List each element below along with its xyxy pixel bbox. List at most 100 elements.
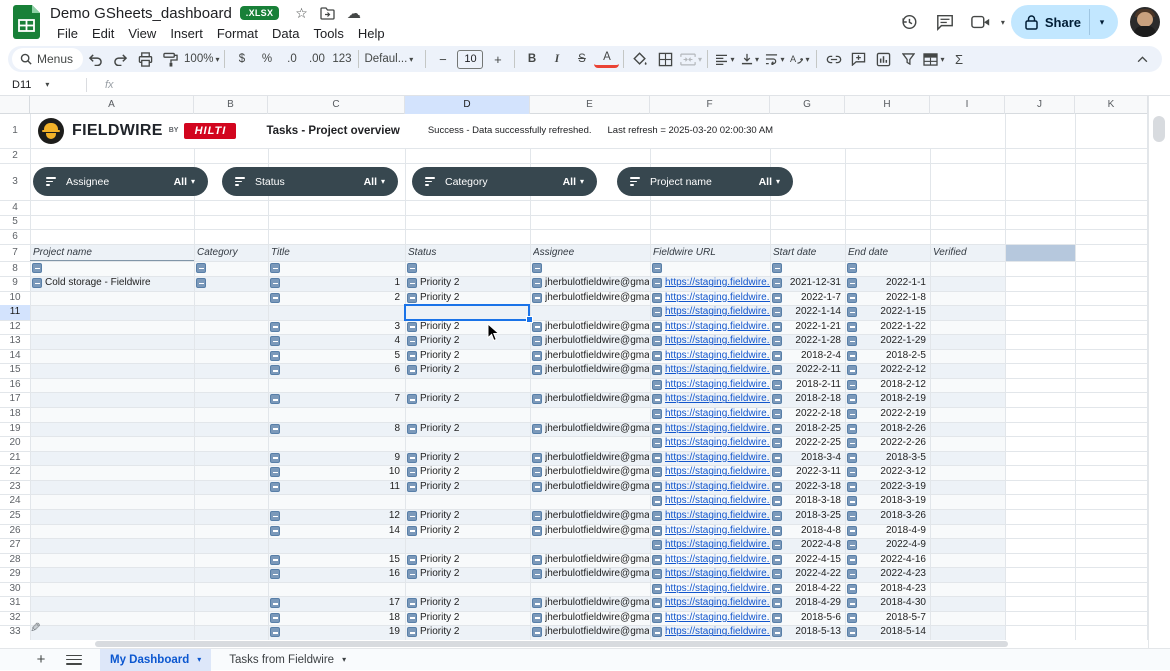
slicer-category[interactable]: CategoryAll▾ [412,167,597,196]
cell-H24[interactable]: 2018-3-19 [845,494,926,509]
share-button[interactable]: Share ▾ [1011,5,1118,39]
row-header-23[interactable]: 23 [0,480,30,495]
column-header-F[interactable]: F [650,96,770,114]
collapse-chip-icon[interactable] [652,496,662,506]
cell-D19[interactable]: Priority 2 [420,422,529,437]
borders-button[interactable] [653,48,678,70]
cell-C9[interactable]: 1 [268,276,400,291]
cell-G14[interactable]: 2018-2-4 [770,349,841,364]
create-filter-button[interactable] [896,48,921,70]
cell-F33[interactable]: https://staging.fieldwire.c [665,625,770,640]
cell-E12[interactable]: jherbulotfieldwire@gmail. [545,320,649,335]
collapse-chip-icon[interactable] [407,627,417,637]
cell-C13[interactable]: 4 [268,334,400,349]
cell-H9[interactable]: 2022-1-1 [845,276,926,291]
collapse-chip-icon[interactable] [532,293,542,303]
collapse-chip-icon[interactable] [407,394,417,404]
cell-G15[interactable]: 2022-2-11 [770,363,841,378]
slicer-value[interactable]: All [563,176,576,188]
cloud-saved-icon[interactable]: ☁ [347,6,361,20]
decrease-font-size-button[interactable]: − [430,48,455,70]
cell-C25[interactable]: 12 [268,509,400,524]
decrease-decimals-button[interactable]: .0 [279,48,304,70]
cell-G28[interactable]: 2022-4-15 [770,553,841,568]
menu-file[interactable]: File [50,26,85,41]
cell-D23[interactable]: Priority 2 [420,480,529,495]
row-header-4[interactable]: 4 [0,200,30,215]
table-header-A[interactable]: Project name [33,244,191,261]
column-header-H[interactable]: H [845,96,930,114]
cell-D21[interactable]: Priority 2 [420,451,529,466]
table-header-H[interactable]: End date [848,244,927,261]
formula-input[interactable] [114,74,1170,95]
cell-G30[interactable]: 2018-4-22 [770,582,841,597]
slicer-value[interactable]: All [759,176,772,188]
tab-tasks-from-fieldwire[interactable]: Tasks from Fieldwire ▾ [219,649,356,671]
cell-G20[interactable]: 2022-2-25 [770,436,841,451]
cell-D32[interactable]: Priority 2 [420,611,529,626]
format-currency-button[interactable]: $ [229,48,254,70]
cell-C31[interactable]: 17 [268,596,400,611]
row-header-14[interactable]: 14 [0,349,30,364]
undo-button[interactable] [83,48,108,70]
row-header-18[interactable]: 18 [0,407,30,422]
cell-J7-fill[interactable] [1005,244,1075,261]
collapse-chip-icon[interactable] [532,482,542,492]
vertical-align-button[interactable]: ▾ [737,48,762,70]
cell-G25[interactable]: 2018-3-25 [770,509,841,524]
row-header-29[interactable]: 29 [0,567,30,582]
cell-F23[interactable]: https://staging.fieldwire.c [665,480,770,495]
increase-font-size-button[interactable]: + [485,48,510,70]
collapse-chip-icon[interactable] [652,511,662,521]
avatar[interactable] [1130,7,1160,37]
cell-G32[interactable]: 2018-5-6 [770,611,841,626]
cell-H33[interactable]: 2018-5-14 [845,625,926,640]
cell-H22[interactable]: 2022-3-12 [845,465,926,480]
column-header-E[interactable]: E [530,96,650,114]
cell-F18[interactable]: https://staging.fieldwire.c [665,407,770,422]
row-header-28[interactable]: 28 [0,553,30,568]
cell-D13[interactable]: Priority 2 [420,334,529,349]
print-button[interactable] [133,48,158,70]
cell-E28[interactable]: jherbulotfieldwire@gmail. [545,553,649,568]
all-sheets-menu-icon[interactable] [66,655,82,665]
sheets-app-icon[interactable] [13,5,40,39]
collapse-chip-icon[interactable] [652,627,662,637]
font-family-select[interactable]: Defaul...▾ [363,48,421,70]
cell-C19[interactable]: 8 [268,422,400,437]
cell-D28[interactable]: Priority 2 [420,553,529,568]
collapse-chip-icon[interactable] [652,293,662,303]
grid-corner[interactable] [0,96,30,114]
collapse-chip-icon[interactable] [652,409,662,419]
slicer-value[interactable]: All [364,176,377,188]
bold-button[interactable]: B [519,48,544,70]
cell-H26[interactable]: 2018-4-9 [845,524,926,539]
collapse-chip-icon[interactable] [270,263,280,273]
cell-D10[interactable]: Priority 2 [420,291,529,306]
collapse-chip-icon[interactable] [407,526,417,536]
cell-H31[interactable]: 2018-4-30 [845,596,926,611]
collapse-chip-icon[interactable] [407,263,417,273]
collapse-chip-icon[interactable] [532,394,542,404]
row-header-11[interactable]: 11 [0,305,30,320]
tab-caret-icon[interactable]: ▾ [197,655,201,664]
text-wrap-button[interactable]: ▾ [762,48,787,70]
cell-H29[interactable]: 2022-4-23 [845,567,926,582]
cell-G12[interactable]: 2022-1-21 [770,320,841,335]
collapse-chip-icon[interactable] [532,613,542,623]
table-header-D[interactable]: Status [408,244,527,261]
collapse-chip-icon[interactable] [652,453,662,463]
cell-H16[interactable]: 2018-2-12 [845,378,926,393]
cell-C26[interactable]: 14 [268,524,400,539]
collapse-chip-icon[interactable] [196,263,206,273]
insert-table-button[interactable]: ▾ [921,48,946,70]
collapse-chip-icon[interactable] [532,598,542,608]
slicer-caret-icon[interactable]: ▾ [381,177,385,186]
menu-data[interactable]: Data [265,26,306,41]
collapse-chip-icon[interactable] [532,278,542,288]
cell-D12[interactable]: Priority 2 [420,320,529,335]
row-header-12[interactable]: 12 [0,320,30,335]
cell-D9[interactable]: Priority 2 [420,276,529,291]
row-header-33[interactable]: 33 [0,625,30,640]
row-header-10[interactable]: 10 [0,291,30,306]
